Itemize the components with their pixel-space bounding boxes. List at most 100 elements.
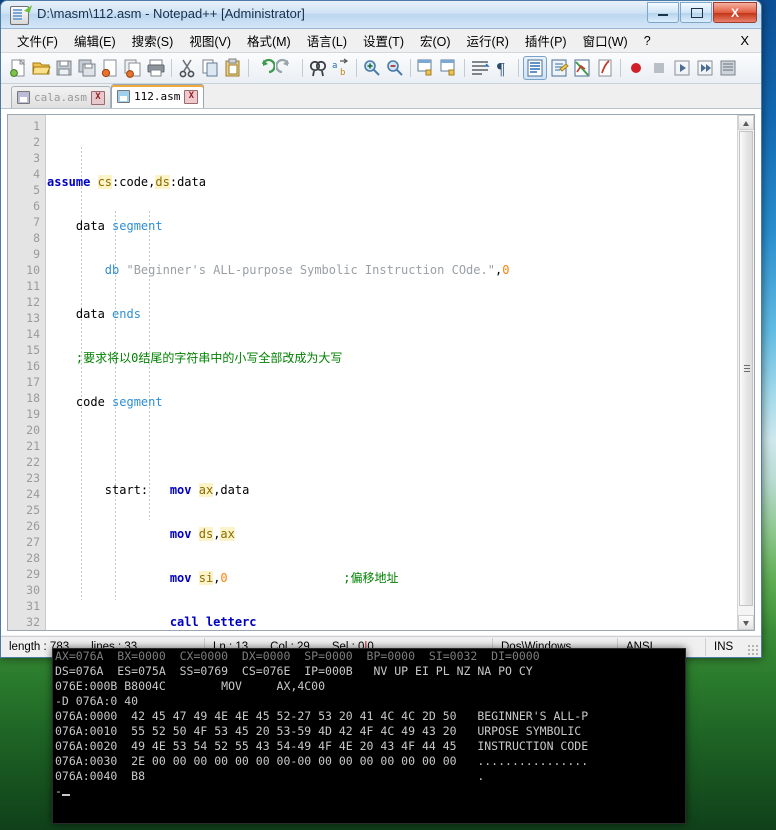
notepad-plus-plus-icon [10, 6, 29, 25]
find-icon[interactable] [307, 57, 329, 79]
line-number: 13 [26, 311, 40, 325]
console-cursor [61, 794, 70, 796]
document-tab-bar: cala.asm X 112.asm X [1, 84, 761, 109]
line-number: 21 [26, 439, 40, 453]
print-icon[interactable] [145, 57, 167, 79]
code-line-3: db "Beginner's ALL-purpose Symbolic Inst… [104, 263, 510, 277]
console-line: -D 076A:0 40 [55, 694, 139, 708]
console-line: 076A:0020 49 4E 53 54 52 55 43 54-49 4F … [55, 739, 589, 753]
line-number: 3 [33, 151, 40, 165]
line-number: 27 [26, 535, 40, 549]
run-macro-multiple-icon[interactable] [694, 57, 716, 79]
tab-label: cala.asm [34, 91, 87, 104]
line-number: 33 [8, 630, 45, 631]
toolbar-separator [407, 58, 414, 78]
menu-item-edit[interactable]: 编辑(E) [66, 29, 124, 52]
save-icon[interactable] [53, 57, 75, 79]
toolbar-separator [353, 58, 360, 78]
tab-112-asm[interactable]: 112.asm X [110, 84, 205, 108]
word-wrap-icon[interactable] [469, 57, 491, 79]
code-line-4: data ends [47, 307, 141, 321]
zoom-in-icon[interactable] [361, 57, 383, 79]
function-list-icon[interactable] [594, 57, 616, 79]
replace-icon[interactable]: ab [330, 57, 352, 79]
dos-console-window[interactable]: AX=076A BX=0000 CX=0000 DX=0000 SP=0000 … [52, 648, 686, 824]
zoom-out-icon[interactable] [384, 57, 406, 79]
line-number-gutter: 1 2 3 4 5 6 7 8 9 10 11 12 13 14 15 16 1… [8, 115, 46, 630]
line-number: 32 [26, 615, 40, 629]
line-number: 9 [33, 247, 40, 261]
open-file-icon[interactable] [30, 57, 52, 79]
inline-comment: ;要求将以0结尾的字符串中的小写全部改成为大写 [75, 351, 343, 365]
paste-icon[interactable] [222, 57, 244, 79]
code-line-9: mov ds,ax [169, 527, 235, 541]
code-line-11: call letterc [169, 615, 257, 629]
console-prompt-line: - [53, 784, 685, 799]
line-number: 16 [26, 359, 40, 373]
code-line-5: ;要求将以0结尾的字符串中的小写全部改成为大写 [47, 350, 737, 366]
tab-label: 112.asm [133, 90, 181, 103]
copy-icon[interactable] [199, 57, 221, 79]
redo-icon[interactable] [275, 57, 298, 79]
tab-close-icon[interactable]: X [184, 89, 199, 104]
line-number: 20 [26, 423, 40, 437]
show-all-chars-icon[interactable]: ¶ [492, 57, 514, 79]
line-number: 25 [26, 503, 40, 517]
minimize-button[interactable] [647, 2, 679, 23]
resize-grip-icon[interactable] [747, 644, 759, 656]
close-document-button[interactable]: X [732, 31, 761, 50]
menu-item-language[interactable]: 语言(L) [299, 29, 355, 52]
close-button[interactable]: X [713, 2, 757, 23]
maximize-button[interactable] [680, 2, 712, 23]
menu-item-file[interactable]: 文件(F) [9, 29, 66, 52]
svg-text:a: a [332, 61, 337, 71]
menu-item-view[interactable]: 视图(V) [181, 29, 239, 52]
toolbar-separator [515, 58, 522, 78]
stop-macro-icon[interactable] [648, 57, 670, 79]
close-icon: X [730, 6, 739, 20]
menu-item-search[interactable]: 搜索(S) [124, 29, 182, 52]
code-editor[interactable]: 1 2 3 4 5 6 7 8 9 10 11 12 13 14 15 16 1… [7, 114, 755, 631]
code-text[interactable]: assume cs:code,ds:data data segment db "… [47, 115, 737, 630]
sync-vertical-icon[interactable] [415, 57, 437, 79]
undo-icon[interactable] [253, 57, 276, 79]
line-number: 31 [26, 599, 40, 613]
menu-item-format[interactable]: 格式(M) [239, 29, 299, 52]
save-macro-icon[interactable] [717, 57, 739, 79]
code-line-8: start: mov ax,data [47, 483, 250, 497]
line-number: 11 [26, 279, 40, 293]
doc-map-icon[interactable] [571, 57, 593, 79]
close-all-icon[interactable] [122, 57, 144, 79]
line-number: 19 [26, 407, 40, 421]
line-number: 26 [26, 519, 40, 533]
window-controls: X [647, 2, 757, 23]
console-line: 076E:000B B8004C MOV AX,4C00 [55, 679, 326, 693]
sync-horizontal-icon[interactable] [438, 57, 460, 79]
toolbar-separator [245, 58, 252, 78]
menu-item-window[interactable]: 窗口(W) [575, 29, 636, 52]
scroll-down-arrow-icon[interactable] [738, 615, 754, 630]
indent-guide-icon[interactable] [523, 56, 547, 80]
line-number: 7 [33, 215, 40, 229]
scroll-up-arrow-icon[interactable] [738, 115, 754, 130]
tab-cala-asm[interactable]: cala.asm X [11, 86, 111, 108]
udl-dialog-icon[interactable] [548, 57, 570, 79]
cut-icon[interactable] [176, 57, 198, 79]
new-file-icon[interactable] [7, 57, 29, 79]
tab-close-icon[interactable]: X [90, 90, 105, 105]
save-all-icon[interactable] [76, 57, 98, 79]
record-macro-icon[interactable] [625, 57, 647, 79]
svg-text:b: b [340, 68, 345, 78]
scrollbar-thumb[interactable] [739, 131, 753, 606]
play-macro-icon[interactable] [671, 57, 693, 79]
title-bar[interactable]: D:\masm\112.asm - Notepad++ [Administrat… [1, 1, 761, 29]
menu-item-help[interactable]: ? [636, 32, 659, 50]
menu-item-run[interactable]: 运行(R) [459, 29, 517, 52]
menu-item-plugins[interactable]: 插件(P) [517, 29, 575, 52]
menu-item-settings[interactable]: 设置(T) [355, 29, 412, 52]
menu-item-macro[interactable]: 宏(O) [412, 29, 459, 52]
line-number: 29 [26, 567, 40, 581]
editor-vertical-scrollbar[interactable] [737, 115, 754, 630]
window-title: D:\masm\112.asm - Notepad++ [Administrat… [37, 6, 305, 21]
close-file-icon[interactable] [99, 57, 121, 79]
